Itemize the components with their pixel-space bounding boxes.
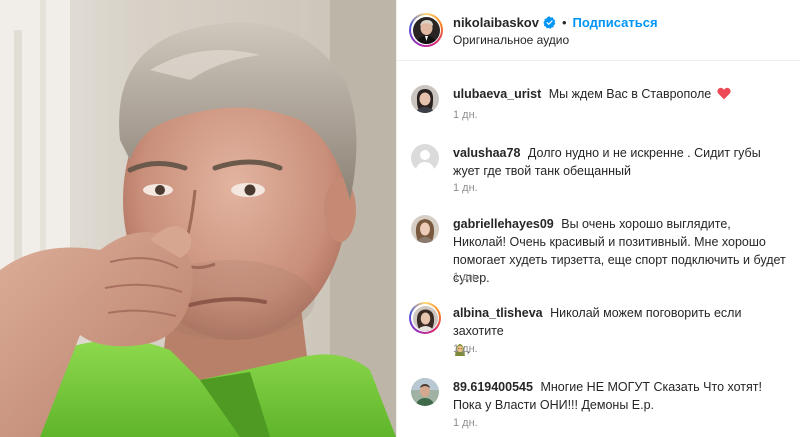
video-frame-image	[0, 0, 396, 437]
commenter-avatar-image	[412, 305, 438, 331]
comment-timestamp[interactable]: 1 дн.	[453, 417, 478, 429]
comment-username[interactable]: 89.619400545	[453, 380, 533, 394]
commenter-avatar-image	[411, 215, 439, 243]
commenter-avatar[interactable]	[409, 302, 441, 334]
instagram-post-view: nikolaibaskov • Подписаться Оригинальное…	[0, 0, 800, 437]
author-line: nikolaibaskov • Подписаться	[453, 13, 658, 31]
comment-username[interactable]: gabriellehayes09	[453, 217, 554, 231]
separator-dot: •	[561, 14, 567, 30]
commenter-avatar[interactable]	[411, 144, 439, 172]
comment-timestamp[interactable]: 1 дн.	[453, 182, 478, 194]
commenter-avatar-image	[411, 378, 439, 406]
commenter-avatar[interactable]	[411, 215, 439, 243]
author-avatar-image	[412, 16, 440, 44]
follow-button[interactable]: Подписаться	[573, 15, 658, 30]
red-heart-icon	[717, 87, 731, 100]
comment-text: albina_tlisheva Николай можем поговорить…	[453, 304, 787, 358]
commenter-avatar-image	[411, 85, 439, 113]
post-video[interactable]	[0, 0, 396, 437]
post-header: nikolaibaskov • Подписаться Оригинальное…	[397, 0, 800, 61]
comment-text: ulubaeva_urist Мы ждем Вас в Ставрополе	[453, 85, 787, 103]
comment-username[interactable]: albina_tlisheva	[453, 306, 543, 320]
default-avatar-icon	[411, 144, 439, 172]
comment-timestamp[interactable]: 1 дн.	[453, 343, 478, 355]
comment-username[interactable]: ulubaeva_urist	[453, 87, 541, 101]
comment-text: valushaa78 Долго нудно и не искренне . С…	[453, 144, 787, 180]
comment-message: Мы ждем Вас в Ставрополе	[548, 87, 712, 101]
verified-badge-icon	[543, 15, 556, 29]
commenter-avatar[interactable]	[411, 85, 439, 113]
author-username[interactable]: nikolaibaskov	[453, 15, 539, 30]
post-side-panel: nikolaibaskov • Подписаться Оригинальное…	[396, 0, 800, 437]
comment-timestamp[interactable]: 1 дн.	[453, 109, 478, 121]
comments-list: ulubaeva_urist Мы ждем Вас в Ставрополе …	[397, 62, 800, 437]
comment-username[interactable]: valushaa78	[453, 146, 520, 160]
commenter-avatar[interactable]	[411, 378, 439, 406]
author-avatar[interactable]	[409, 13, 443, 47]
comment-timestamp[interactable]: 1 дн.	[453, 271, 478, 283]
comment-text: gabriellehayes09 Вы очень хорошо выгляди…	[453, 215, 787, 287]
comment-text: 89.619400545 Многие НЕ МОГУТ Сказать Что…	[453, 378, 787, 414]
original-audio-link[interactable]: Оригинальное аудио	[453, 33, 569, 47]
